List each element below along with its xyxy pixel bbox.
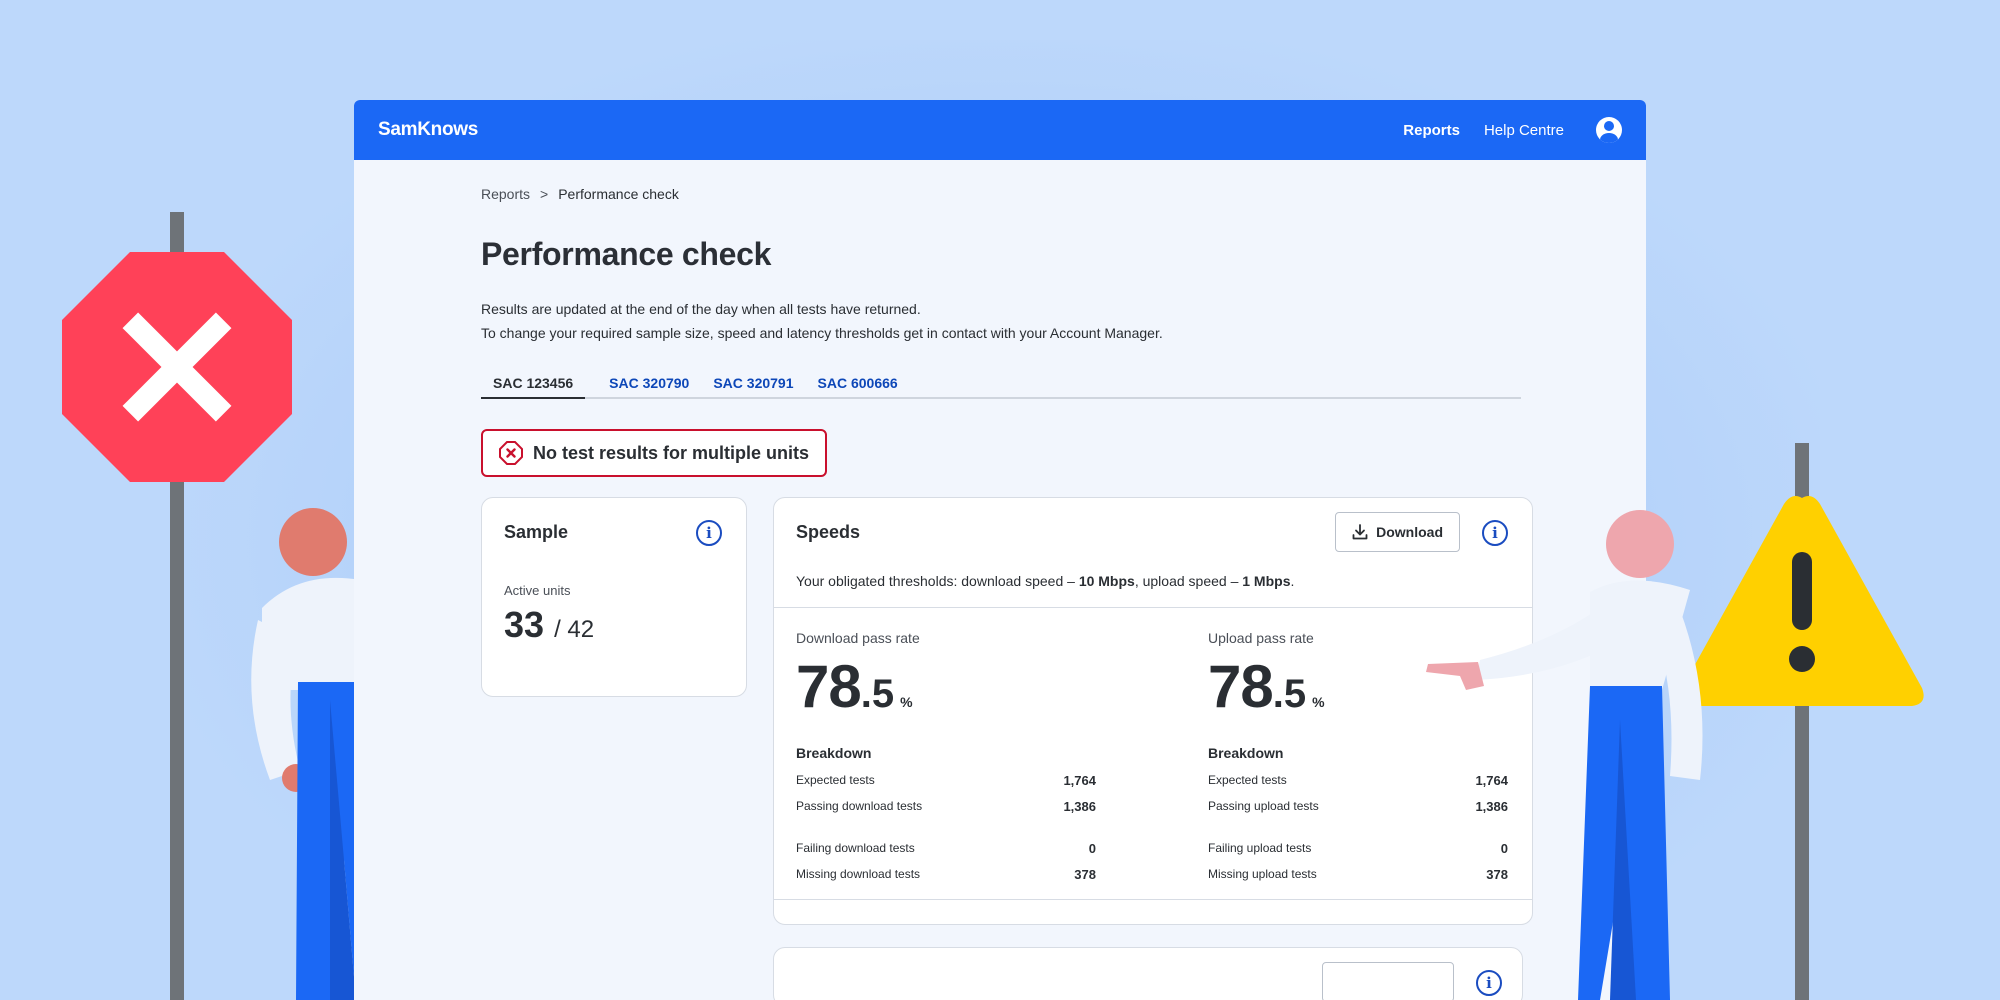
breakdown-label: Expected tests: [796, 773, 875, 787]
download-pass-rate-column: Download pass rate 78 .5 % Breakdown Exp…: [796, 630, 1208, 887]
breakdown-row: Failing download tests 0: [796, 835, 1096, 861]
download-rate-integer: 78: [796, 653, 862, 720]
unit-tabs: SAC 123456 SAC 320790 SAC 320791 SAC 600…: [481, 375, 1521, 399]
description-line-1: Results are updated at the end of the da…: [481, 301, 921, 317]
sample-title: Sample: [504, 522, 569, 542]
breadcrumb-current: Performance check: [558, 186, 679, 202]
error-octagon-icon: [499, 441, 523, 465]
thresholds-prefix: Your obligated thresholds: download spee…: [796, 573, 1079, 589]
tab-sac-320791[interactable]: SAC 320791: [713, 375, 793, 397]
breakdown-row: Missing download tests 378: [796, 861, 1096, 887]
active-units-value: 33 / 42: [504, 604, 724, 646]
samknows-logo[interactable]: SamKnows: [378, 119, 478, 141]
breakdown-value: 1,764: [1063, 772, 1096, 788]
breakdown-label: Failing download tests: [796, 841, 915, 855]
tab-sac-600666[interactable]: SAC 600666: [818, 375, 898, 397]
upload-rate-integer: 78: [1208, 653, 1274, 720]
description-line-2: To change your required sample size, spe…: [481, 325, 1163, 341]
breakdown-value: 0: [1088, 840, 1096, 856]
breakdown-label: Failing upload tests: [1208, 841, 1312, 855]
breakdown-value: 378: [1074, 866, 1096, 882]
warning-sign-illustration: [1426, 443, 1924, 1000]
page-title: Performance check: [481, 236, 772, 272]
breakdown-label: Missing download tests: [796, 867, 921, 881]
download-rate-unit: %: [900, 694, 913, 710]
tab-sac-320790[interactable]: SAC 320790: [609, 375, 689, 397]
main-content: Reports > Performance check Performance …: [481, 160, 1533, 1000]
breakdown-label: Passing download tests: [796, 799, 923, 813]
breadcrumb: Reports > Performance check: [481, 186, 1521, 202]
active-units-label: Active units: [504, 583, 571, 598]
upload-rate-decimal: .5: [1272, 672, 1307, 716]
breakdown-row: Expected tests 1,764: [796, 767, 1096, 793]
breakdown-label: Expected tests: [1208, 773, 1287, 787]
breakdown-value: 1,386: [1063, 798, 1096, 814]
download-pass-rate-label: Download pass rate: [796, 630, 920, 646]
tab-sac-123456[interactable]: SAC 123456: [481, 375, 586, 399]
info-icon[interactable]: i: [696, 520, 722, 546]
error-alert: No test results for multiple units: [481, 429, 828, 477]
download-breakdown-title: Breakdown: [796, 745, 872, 761]
active-units-count: 33: [504, 604, 545, 645]
thresholds-mid: , upload speed –: [1134, 573, 1243, 589]
breadcrumb-separator: >: [540, 186, 549, 202]
page-description: Results are updated at the end of the da…: [481, 297, 1521, 345]
upload-rate-unit: %: [1312, 694, 1325, 710]
thresholds-suffix: .: [1290, 573, 1295, 589]
download-breakdown: Expected tests 1,764 Passing download te…: [796, 767, 1208, 887]
total-units-count: / 42: [554, 616, 595, 643]
upload-threshold: 1 Mbps: [1242, 573, 1291, 589]
breakdown-label: Passing upload tests: [1208, 799, 1319, 813]
sample-card: Sample i Active units 33 / 42: [481, 497, 747, 697]
cards-area: Sample i Active units 33 / 42 Speeds Dow…: [481, 497, 1533, 1000]
alert-text: No test results for multiple units: [533, 442, 810, 463]
download-threshold: 10 Mbps: [1078, 573, 1135, 589]
breakdown-row: Passing download tests 1,386: [796, 793, 1096, 819]
download-rate-decimal: .5: [860, 672, 895, 716]
breakdown-label: Missing upload tests: [1208, 867, 1317, 881]
download-pass-rate-value: 78 .5 %: [796, 652, 1208, 721]
breadcrumb-reports-link[interactable]: Reports: [481, 186, 530, 202]
download-icon: [1352, 524, 1368, 540]
